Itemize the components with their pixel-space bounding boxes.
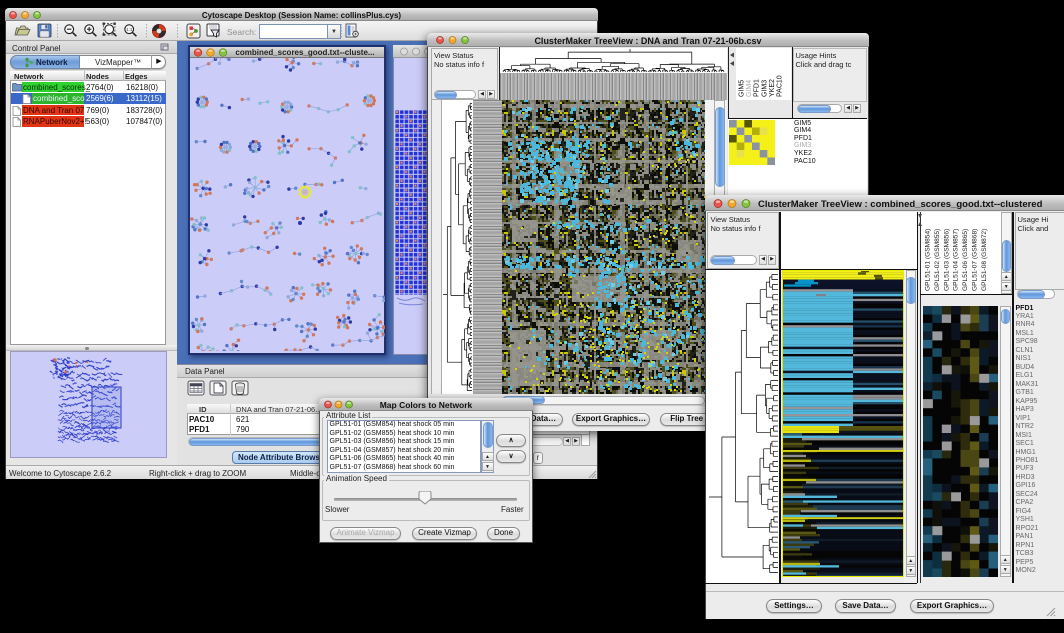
- svg-text:GPL51-02 (GSM855): GPL51-02 (GSM855): [934, 229, 941, 291]
- svg-text:1:1: 1:1: [126, 27, 133, 32]
- svg-text:GPL51-07 (GSM868): GPL51-07 (GSM868): [972, 229, 979, 291]
- svg-text:GIM3: GIM3: [761, 80, 768, 97]
- svg-text:YKE2: YKE2: [769, 79, 776, 97]
- svg-text:GIM4: GIM4: [746, 80, 753, 97]
- svg-text:GPL51-04 (GSM857): GPL51-04 (GSM857): [953, 229, 960, 291]
- svg-text:GPL51-01 (GSM854): GPL51-01 (GSM854): [925, 229, 932, 291]
- svg-text:GIM5: GIM5: [739, 80, 746, 97]
- svg-text:GPL51-08 (GSM872): GPL51-08 (GSM872): [981, 229, 988, 291]
- svg-text:PAC10: PAC10: [777, 75, 784, 97]
- svg-text:GPL51-03 (GSM856): GPL51-03 (GSM856): [943, 229, 950, 291]
- svg-text:PFD1: PFD1: [754, 79, 761, 97]
- svg-text:GPL51-06 (GSM865): GPL51-06 (GSM865): [962, 229, 969, 291]
